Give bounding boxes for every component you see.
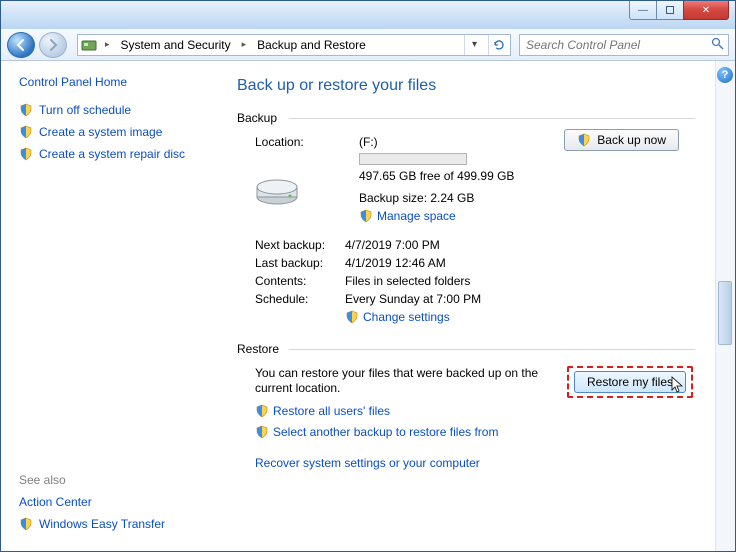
task-link[interactable]: Turn off schedule [19,103,209,117]
left-pane: Control Panel Home Turn off schedule Cre… [1,61,221,551]
restore-description: You can restore your files that were bac… [255,366,555,396]
shield-icon [19,517,33,531]
right-strip: ? [715,61,735,551]
dropdown-button[interactable]: ▾ [464,35,484,55]
change-settings-link[interactable]: Change settings [345,310,450,324]
task-label[interactable]: Turn off schedule [39,103,131,117]
task-link[interactable]: Create a system image [19,125,209,139]
backup-now-button[interactable]: Back up now [564,129,679,151]
navigation-toolbar: ▸ System and Security ▸ Backup and Resto… [1,29,735,61]
breadcrumb-item[interactable]: Backup and Restore [253,37,370,53]
shield-icon [19,147,33,161]
search-input[interactable] [524,37,711,53]
arrow-left-icon [15,39,27,51]
see-also-label: Action Center [19,495,92,509]
see-also-section: See also Action Center Windows Easy Tran… [19,473,165,539]
row-label: Contents: [237,274,345,288]
backup-size-text: Backup size: 2.24 GB [359,191,514,205]
section-restore-title: Restore [237,342,695,356]
arrow-right-icon [47,39,59,51]
row-label: Last backup: [237,256,345,270]
highlight-annotation: Restore my files [567,366,693,398]
shield-icon [577,133,591,147]
space-progressbar [359,153,467,165]
row-value: 4/1/2019 12:46 AM [345,256,446,270]
section-backup-title: Backup [237,111,695,125]
select-another-backup-link[interactable]: Select another backup to restore files f… [255,425,498,439]
refresh-icon [493,39,505,51]
scrollbar-thumb[interactable] [718,281,732,345]
chevron-right-icon: ▸ [239,39,250,50]
page-title: Back up or restore your files [237,77,695,95]
free-space-text: 497.65 GB free of 499.99 GB [359,169,514,183]
help-icon[interactable]: ? [717,67,733,83]
see-also-item[interactable]: Action Center [19,495,165,509]
close-button[interactable]: ✕ [683,1,729,20]
control-panel-icon [80,37,98,53]
search-icon [711,37,724,53]
address-bar[interactable]: ▸ System and Security ▸ Backup and Resto… [77,34,511,56]
refresh-button[interactable] [488,35,508,55]
shield-icon [19,125,33,139]
shield-icon [19,103,33,117]
task-link[interactable]: Create a system repair disc [19,147,209,161]
row-label: Next backup: [237,238,345,252]
titlebar: — ✕ [1,1,735,29]
see-also-label: Windows Easy Transfer [39,517,165,531]
row-value: Every Sunday at 7:00 PM [345,292,481,306]
recover-system-link[interactable]: Recover system settings or your computer [255,456,480,470]
manage-space-link[interactable]: Manage space [359,209,456,223]
back-button[interactable] [7,32,35,58]
shield-icon [255,425,269,439]
search-box[interactable] [519,34,729,56]
backup-now-container: Back up now [564,129,679,151]
breadcrumb-item[interactable]: System and Security [117,37,235,53]
row-label: Schedule: [237,292,345,306]
shield-icon [359,209,373,223]
window-frame: — ✕ ▸ System and Security ▸ Backup and R… [0,0,736,552]
main-pane: Back up or restore your files Backup Bac… [221,61,715,551]
row-value: Files in selected folders [345,274,470,288]
control-panel-home-link[interactable]: Control Panel Home [19,75,209,89]
content-body: Control Panel Home Turn off schedule Cre… [1,61,735,551]
restore-my-files-button[interactable]: Restore my files [574,371,686,393]
see-also-item[interactable]: Windows Easy Transfer [19,517,165,531]
task-label[interactable]: Create a system image [39,125,162,139]
forward-button[interactable] [39,32,67,58]
restore-all-users-link[interactable]: Restore all users' files [255,404,390,418]
location-value: (F:) [359,135,514,149]
location-label: Location: [255,135,304,149]
shield-icon [345,310,359,324]
see-also-heading: See also [19,473,165,487]
chevron-right-icon: ▸ [102,39,113,50]
drive-icon [255,169,299,209]
square-icon [666,6,674,14]
maximize-button[interactable] [656,1,684,20]
restore-block: You can restore your files that were bac… [237,366,695,398]
row-value: 4/7/2019 7:00 PM [345,238,440,252]
minimize-button[interactable]: — [629,1,657,20]
task-label[interactable]: Create a system repair disc [39,147,185,161]
shield-icon [255,404,269,418]
